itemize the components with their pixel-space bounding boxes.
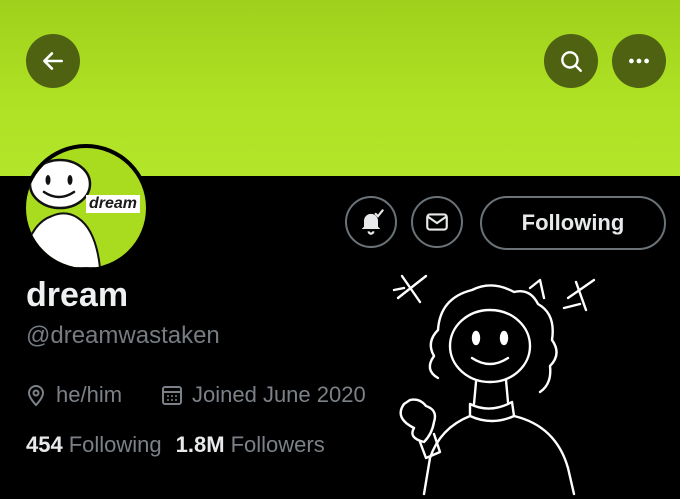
message-button[interactable]: [411, 196, 463, 248]
search-button[interactable]: [544, 34, 598, 88]
arrow-left-icon: [43, 52, 63, 70]
avatar-image: dream: [26, 148, 146, 268]
calendar-icon: [162, 386, 182, 405]
location-pin-icon: [27, 385, 45, 407]
followers-label: Followers: [230, 432, 325, 457]
followers-count-link[interactable]: 1.8M Followers: [176, 432, 325, 458]
more-icon: [629, 58, 649, 64]
pronouns-text: he/him: [56, 382, 123, 407]
mail-icon: [426, 213, 448, 231]
following-count-link[interactable]: 454 Following: [26, 432, 162, 458]
follow-counts: 454 Following 1.8M Followers: [26, 432, 339, 458]
display-name: dream: [26, 276, 129, 314]
search-icon: [561, 51, 582, 72]
following-count: 454: [26, 432, 63, 457]
bell-notify-icon: [361, 209, 384, 235]
more-button[interactable]: [612, 34, 666, 88]
back-button[interactable]: [26, 34, 80, 88]
followers-count: 1.8M: [175, 432, 225, 457]
join-date-text: Joined June 2020: [192, 382, 366, 407]
avatar[interactable]: dream: [22, 144, 150, 272]
following-label: Following: [68, 432, 162, 457]
notification-bell-button[interactable]: [345, 196, 397, 248]
avatar-label: dream: [86, 195, 141, 213]
doodle-drawing: [392, 274, 596, 496]
join-date: Joined June 2020: [160, 382, 366, 408]
user-handle: @dreamwastaken: [26, 322, 220, 349]
pronouns: he/him: [24, 382, 122, 408]
following-button[interactable]: Following: [480, 196, 666, 250]
